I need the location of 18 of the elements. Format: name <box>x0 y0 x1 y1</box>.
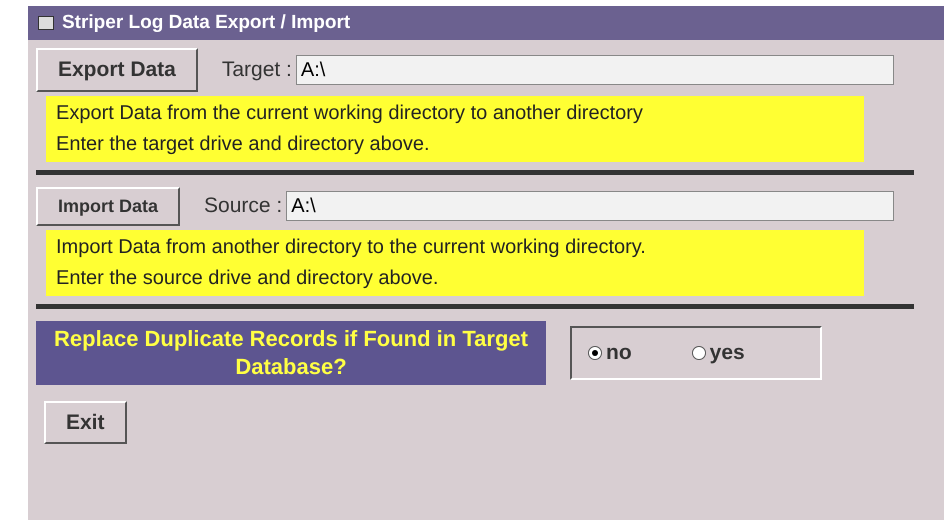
export-button[interactable]: Export Data <box>36 48 198 92</box>
radio-button[interactable] <box>588 346 602 360</box>
help-text: Enter the source drive and directory above. <box>56 266 440 290</box>
replace-question: Replace Duplicate Records if Found in Target Database? <box>36 320 546 384</box>
help-text: Import Data from another directory to the current working directory. <box>56 234 647 260</box>
import-button[interactable]: Import Data <box>36 186 180 226</box>
help-text: Export Data from the current working directory to another directory <box>56 100 644 126</box>
help-text: Enter the target drive and directory above. <box>56 132 431 156</box>
field-label: Source : <box>204 193 282 220</box>
app-icon <box>38 16 54 30</box>
exit-button[interactable]: Exit <box>44 400 127 444</box>
window-title: Striper Log Data Export / Import <box>62 10 350 35</box>
field-label: Target : <box>222 57 292 83</box>
path-field[interactable]: A:\ <box>296 54 894 85</box>
path-field[interactable]: A:\ <box>286 191 894 221</box>
radio-option[interactable]: yes <box>692 336 745 368</box>
radio-button[interactable] <box>692 346 706 360</box>
radio-option[interactable]: no <box>588 336 632 368</box>
